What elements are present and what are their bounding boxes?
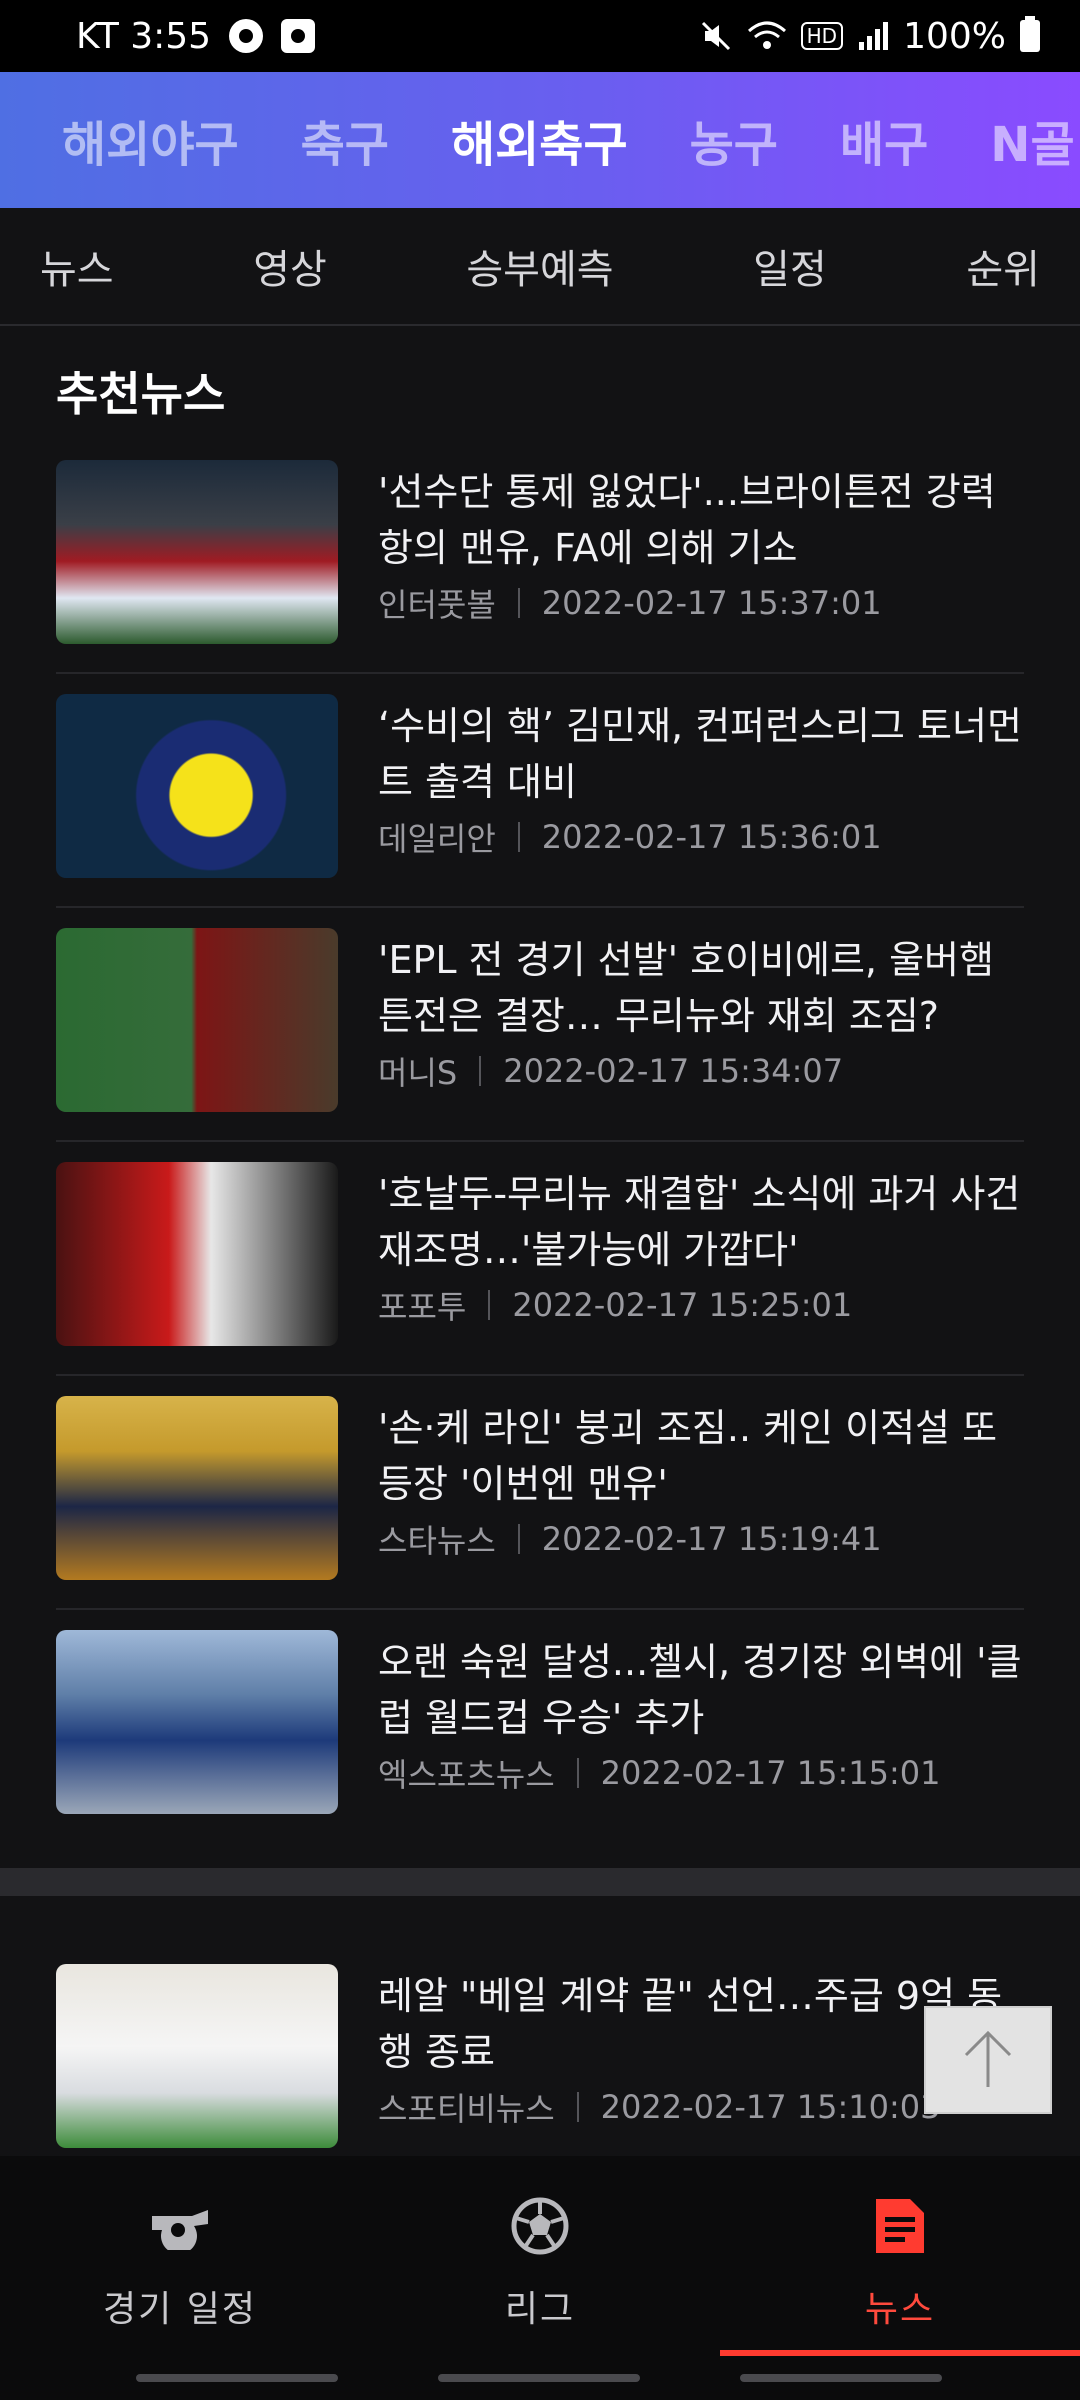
news-headline[interactable]: 오랜 숙원 달성...첼시, 경기장 외벽에 '클럽 월드컵 우승' 추가 <box>378 1634 1024 1746</box>
soccer-ball-icon <box>511 2197 569 2255</box>
status-bar: KT 3:55 HD 100% <box>0 0 1080 72</box>
news-item[interactable]: 'EPL 전 경기 선발' 호이비에르, 울버햄튼전은 결장… 무리뉴와 재회 … <box>56 908 1024 1142</box>
news-source: 포포투 <box>378 1288 467 1326</box>
news-time: 2022-02-17 15:19:41 <box>541 1520 882 1558</box>
news-source: 스타뉴스 <box>378 1522 496 1560</box>
news-source: 데일리안 <box>378 820 496 858</box>
section-divider <box>0 1868 1080 1896</box>
meta-separator <box>576 1758 579 1788</box>
nav-schedule[interactable]: 경기 일정 <box>0 2186 360 2346</box>
news-item[interactable]: ‘수비의 핵’ 김민재, 컨퍼런스리그 토너먼트 출격 대비 데일리안 2022-… <box>56 674 1024 908</box>
news-headline[interactable]: ‘수비의 핵’ 김민재, 컨퍼런스리그 토너먼트 출격 대비 <box>378 698 1024 810</box>
scroll-to-top-button[interactable] <box>924 2006 1052 2114</box>
gesture-bar <box>740 2374 942 2382</box>
news-list-more: 레알 "베일 계약 끝" 선언…주급 9억 동행 종료 스포티비뉴스 2022-0… <box>0 1944 1080 2178</box>
tab-soccer[interactable]: 축구 <box>301 105 389 175</box>
tab-basketball[interactable]: 농구 <box>690 105 778 175</box>
hd-badge: HD <box>800 22 844 50</box>
news-item[interactable]: 오랜 숙원 달성...첼시, 경기장 외벽에 '클럽 월드컵 우승' 추가 엑스… <box>56 1610 1024 1844</box>
arrow-up-icon <box>964 2030 1012 2087</box>
news-time: 2022-02-17 15:10:03 <box>600 2088 941 2126</box>
news-thumbnail <box>56 1964 338 2148</box>
tab-overseas-soccer[interactable]: 해외축구 <box>451 105 628 175</box>
news-thumbnail <box>56 1162 338 1346</box>
meta-separator <box>488 1290 491 1320</box>
nav-label: 경기 일정 <box>103 2289 257 2330</box>
section-title: 추천뉴스 <box>56 367 226 421</box>
subtab-news[interactable]: 뉴스 <box>40 237 114 295</box>
meta-separator <box>576 2092 579 2122</box>
news-item[interactable]: '손·케 라인' 붕괴 조짐.. 케인 이적설 또 등장 '이번엔 맨유' 스타… <box>56 1376 1024 1610</box>
meta-separator <box>517 822 520 852</box>
battery-icon <box>1020 16 1040 52</box>
whistle-icon <box>152 2210 208 2250</box>
mute-icon <box>701 21 730 51</box>
news-document-icon <box>876 2199 924 2253</box>
news-thumbnail <box>56 460 338 644</box>
sub-nav: 뉴스 영상 승부예측 일정 순위 <box>0 208 1080 326</box>
subtab-standings[interactable]: 순위 <box>966 237 1040 295</box>
news-headline[interactable]: 'EPL 전 경기 선발' 호이비에르, 울버햄튼전은 결장… 무리뉴와 재회 … <box>378 932 1024 1044</box>
subtab-prediction[interactable]: 승부예측 <box>466 237 613 295</box>
notification-camera-icon <box>281 19 316 53</box>
gesture-bar <box>438 2374 640 2382</box>
nav-league[interactable]: 리그 <box>360 2186 720 2346</box>
nav-label: 리그 <box>504 2289 576 2330</box>
news-thumbnail <box>56 928 338 1112</box>
battery-percent: 100% <box>903 15 1006 57</box>
news-item[interactable]: '선수단 통제 잃었다'...브라이튼전 강력 항의 맨유, FA에 의해 기소… <box>56 440 1024 674</box>
news-time: 2022-02-17 15:15:01 <box>600 1754 941 1792</box>
meta-separator <box>479 1056 482 1086</box>
wifi-icon <box>747 21 786 49</box>
subtab-schedule[interactable]: 일정 <box>753 237 827 295</box>
notification-app-icon <box>229 19 264 53</box>
news-item[interactable]: 레알 "베일 계약 끝" 선언…주급 9억 동행 종료 스포티비뉴스 2022-0… <box>56 1944 1024 2178</box>
news-time: 2022-02-17 15:36:01 <box>541 818 882 856</box>
news-source: 인터풋볼 <box>378 586 496 624</box>
news-time: 2022-02-17 15:34:07 <box>503 1052 844 1090</box>
active-tab-indicator <box>720 2350 1080 2356</box>
meta-separator <box>517 1524 520 1554</box>
gesture-bar <box>136 2374 338 2382</box>
news-source: 머니S <box>378 1054 458 1092</box>
meta-separator <box>517 588 520 618</box>
news-headline[interactable]: '선수단 통제 잃었다'...브라이튼전 강력 항의 맨유, FA에 의해 기소 <box>378 464 1024 576</box>
news-thumbnail <box>56 1396 338 1580</box>
news-headline[interactable]: '손·케 라인' 붕괴 조짐.. 케인 이적설 또 등장 '이번엔 맨유' <box>378 1400 1024 1512</box>
news-list: '선수단 통제 잃었다'...브라이튼전 강력 항의 맨유, FA에 의해 기소… <box>0 440 1080 1844</box>
tab-overseas-baseball[interactable]: 해외야구 <box>62 105 239 175</box>
carrier-time: KT 3:55 <box>76 15 212 57</box>
news-source: 엑스포츠뉴스 <box>378 1756 555 1794</box>
subtab-video[interactable]: 영상 <box>253 237 327 295</box>
sport-tabs: 해외야구 축구 해외축구 농구 배구 N골 <box>0 72 1080 208</box>
news-headline[interactable]: '호날두-무리뉴 재결합' 소식에 과거 사건 재조명…'불가능에 가깝다' <box>378 1166 1024 1278</box>
news-item[interactable]: '호날두-무리뉴 재결합' 소식에 과거 사건 재조명…'불가능에 가깝다' 포… <box>56 1142 1024 1376</box>
news-thumbnail <box>56 1630 338 1814</box>
news-source: 스포티비뉴스 <box>378 2090 555 2128</box>
news-time: 2022-02-17 15:25:01 <box>512 1286 853 1324</box>
nav-news[interactable]: 뉴스 <box>720 2186 1080 2346</box>
signal-icon <box>859 22 889 50</box>
bottom-nav: 경기 일정 리그 뉴스 <box>0 2156 1080 2400</box>
tab-n-goal[interactable]: N골 <box>990 105 1074 175</box>
news-thumbnail <box>56 694 338 878</box>
nav-label: 뉴스 <box>864 2289 936 2330</box>
news-time: 2022-02-17 15:37:01 <box>541 584 882 622</box>
tab-volleyball[interactable]: 배구 <box>840 105 928 175</box>
